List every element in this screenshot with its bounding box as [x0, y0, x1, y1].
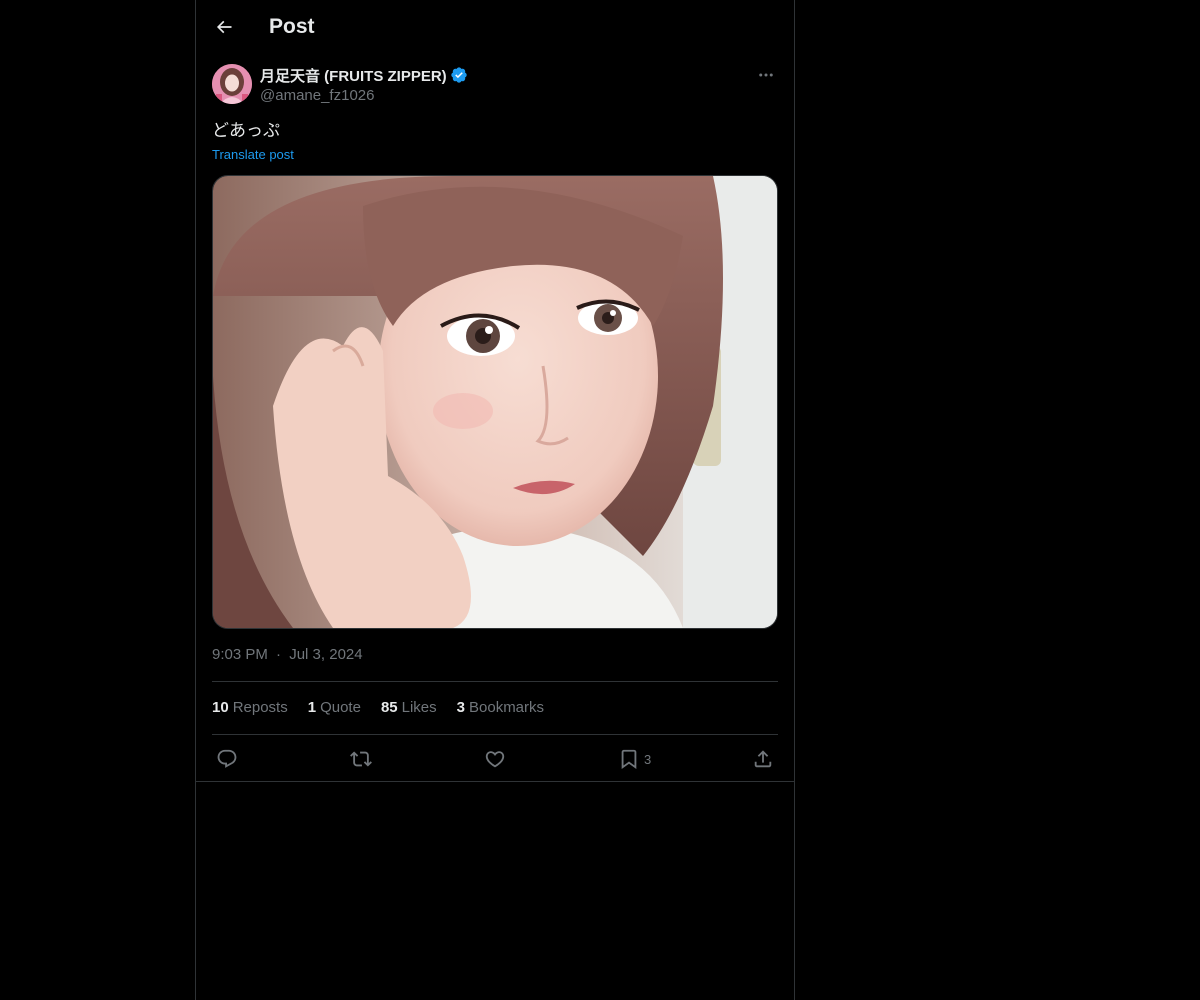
- bookmarks-stat[interactable]: 3 Bookmarks: [457, 697, 544, 719]
- avatar-image: [212, 64, 252, 104]
- bookmarks-count: 3: [456, 699, 465, 716]
- arrow-left-icon: [216, 20, 232, 34]
- reposts-stat[interactable]: 10 Reposts: [212, 697, 288, 719]
- photo-image: [213, 176, 777, 628]
- display-name-row: 月足天音 (FRUITS ZIPPER): [260, 64, 468, 86]
- post-photo[interactable]: [212, 175, 778, 629]
- bookmark-count: 3: [644, 751, 652, 767]
- author-block: 月足天音 (FRUITS ZIPPER) @amane_fz1026: [260, 64, 468, 106]
- reposts-label: Reposts: [232, 699, 288, 716]
- timestamp-separator: ·: [276, 646, 282, 663]
- divider: [212, 734, 778, 735]
- reply-icon: [217, 749, 237, 768]
- verified-badge-icon[interactable]: [450, 66, 468, 84]
- action-bar: 3: [212, 744, 778, 774]
- quotes-count: 1: [307, 699, 317, 716]
- translate-post-link[interactable]: Translate post: [212, 146, 294, 164]
- more-options-button[interactable]: [754, 64, 778, 86]
- engagement-stats: 10 Reposts 1 Quote 85 Likes 3 Bookmarks: [212, 697, 544, 719]
- quotes-label: Quote: [320, 699, 361, 716]
- post-date[interactable]: Jul 3, 2024: [289, 646, 362, 663]
- post-bottom-border: [196, 781, 794, 782]
- post-timestamp: 9:03 PM · Jul 3, 2024: [212, 644, 363, 666]
- back-button[interactable]: [210, 13, 238, 41]
- page-header: Post: [196, 0, 794, 54]
- repost-button[interactable]: [350, 747, 372, 771]
- likes-stat[interactable]: 85 Likes: [381, 697, 437, 719]
- post-time[interactable]: 9:03 PM: [212, 646, 268, 663]
- like-button[interactable]: [484, 747, 506, 771]
- repost-icon: [350, 751, 372, 767]
- share-icon: [754, 750, 772, 768]
- reposts-count: 10: [212, 699, 229, 716]
- more-horizontal-icon: [759, 73, 773, 77]
- likes-count: 85: [380, 699, 398, 716]
- reply-button[interactable]: [216, 747, 238, 771]
- heart-icon: [485, 751, 505, 768]
- post-text: どあっぷ: [212, 121, 280, 140]
- author-display-name[interactable]: 月足天音 (FRUITS ZIPPER): [260, 65, 447, 86]
- bookmark-button[interactable]: 3: [618, 747, 651, 771]
- avatar[interactable]: [212, 64, 252, 104]
- divider: [212, 681, 778, 682]
- page-title: Post: [269, 15, 315, 38]
- share-button[interactable]: [752, 747, 774, 771]
- bookmarks-label: Bookmarks: [469, 699, 545, 716]
- author-handle[interactable]: @amane_fz1026: [260, 86, 468, 106]
- quotes-stat[interactable]: 1 Quote: [308, 697, 361, 719]
- bookmark-icon: [621, 749, 637, 770]
- primary-column: Post 月足天音 (FRUITS ZIPPER) @amane_fz1026 …: [195, 0, 795, 1000]
- likes-label: Likes: [401, 699, 437, 716]
